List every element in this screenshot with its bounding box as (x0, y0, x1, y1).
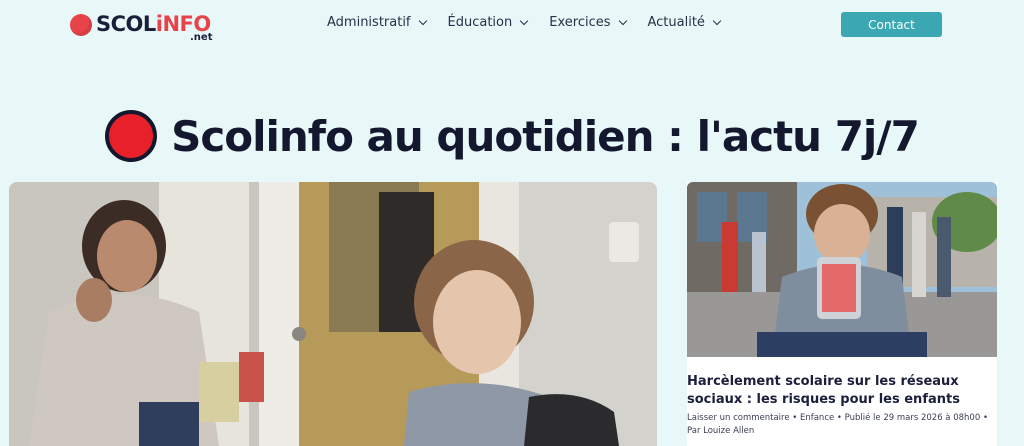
photo-boy-phone-icon (687, 182, 997, 357)
logo-dot-icon (70, 14, 92, 36)
chevron-down-icon (520, 16, 529, 26)
site-header: SCOLiNFO .net Administratif Éducation Ex… (0, 0, 1024, 50)
nav-label: Éducation (447, 15, 513, 30)
site-logo[interactable]: SCOLiNFO .net (66, 10, 216, 43)
red-dot-icon (105, 110, 158, 162)
chevron-down-icon (618, 16, 627, 26)
article-card[interactable]: Harcèlement scolaire sur les réseaux soc… (687, 182, 997, 446)
logo-domain: .net (190, 32, 213, 43)
nav-item-exercices[interactable]: Exercices (549, 15, 627, 30)
main-nav: Administratif Éducation Exercices Actual… (327, 15, 742, 30)
nav-label: Exercices (549, 15, 611, 30)
article-card-image[interactable] (687, 182, 997, 357)
nav-label: Actualité (647, 15, 705, 30)
contact-button[interactable]: Contact (841, 12, 942, 37)
photo-mother-child-icon (9, 182, 657, 446)
chevron-down-icon (712, 16, 722, 26)
nav-item-education[interactable]: Éducation (447, 15, 529, 30)
nav-item-administratif[interactable]: Administratif (327, 15, 427, 30)
article-title[interactable]: Harcèlement scolaire sur les réseaux soc… (687, 373, 997, 409)
nav-item-actualite[interactable]: Actualité (647, 15, 722, 30)
featured-article-image[interactable] (9, 182, 657, 446)
hero-heading: Scolinfo au quotidien : l'actu 7j/7 (0, 104, 1024, 168)
page-title: Scolinfo au quotidien : l'actu 7j/7 (171, 111, 920, 161)
nav-label: Administratif (327, 15, 411, 30)
chevron-down-icon (418, 16, 427, 26)
article-meta: Laisser un commentaire • Enfance • Publi… (687, 413, 988, 436)
